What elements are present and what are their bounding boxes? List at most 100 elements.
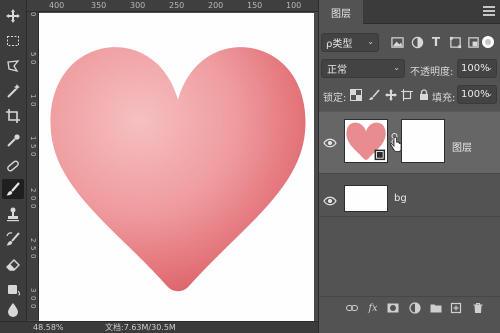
fill-value: 100% — [461, 89, 490, 100]
photoshop-window: 400 350 300 250 200 150 100 0 5 0 1 0 1 … — [0, 0, 500, 333]
ruler-tick-label: 2 — [29, 188, 37, 193]
blend-mode-label: 正常 — [327, 65, 347, 76]
filter-toggle[interactable] — [482, 36, 494, 48]
marquee-tool[interactable] — [2, 31, 24, 51]
ruler-tick-label: 0 — [29, 254, 37, 259]
layer-name[interactable]: bg — [394, 193, 407, 204]
lock-all-icon[interactable] — [417, 88, 430, 101]
layers-panel-actions: fx — [319, 296, 500, 318]
paint-bucket-tool[interactable] — [2, 279, 24, 299]
filter-kind-label: ρ类型 — [326, 39, 353, 50]
new-layer-icon[interactable] — [449, 301, 463, 315]
filter-kind-select[interactable]: ρ类型 ⌄ — [321, 33, 379, 52]
bandage-icon — [7, 160, 19, 172]
heart-shape — [50, 47, 306, 292]
panel-menu-icon[interactable] — [483, 6, 495, 16]
chevron-down-icon: ⌄ — [486, 89, 493, 98]
ruler-tick-label: 5 — [29, 52, 37, 57]
chevron-down-icon: ⌄ — [486, 63, 493, 72]
panel-tab-bar: 图层 — [319, 0, 500, 24]
link-layers-icon[interactable] — [345, 301, 359, 315]
opacity-field[interactable]: 100% ⌄ — [457, 59, 497, 78]
ruler-tick-label: 0 — [29, 196, 37, 201]
opacity-label: 不透明度: — [410, 67, 454, 78]
eyedropper-tool[interactable] — [2, 131, 24, 151]
tab-layers-label: 图层 — [331, 8, 351, 20]
layer-row-selected[interactable]: 图层 — [319, 111, 500, 174]
ruler-tick-label: 400 — [49, 1, 65, 10]
new-group-icon[interactable] — [429, 301, 443, 315]
chevron-down-icon: ⌄ — [393, 63, 400, 72]
crop-icon — [6, 109, 20, 123]
ruler-tick-label: 1 — [29, 136, 37, 141]
move-tool[interactable] — [2, 6, 24, 26]
history-brush-icon — [6, 232, 20, 246]
ruler-tick-label: 5 — [29, 246, 37, 251]
lock-transparent-pixels-icon[interactable] — [349, 88, 362, 101]
layer-row[interactable]: bg — [319, 181, 500, 217]
vertical-ruler[interactable]: 0 5 0 1 0 1 5 0 2 0 0 2 5 0 3 0 0 — [27, 12, 39, 320]
stamp-icon — [7, 207, 19, 222]
lock-position-icon[interactable] — [384, 88, 397, 101]
lasso-tool[interactable] — [2, 56, 24, 76]
ruler-tick-label: 0 — [29, 60, 37, 65]
magic-wand-tool[interactable] — [2, 81, 24, 101]
blend-mode-select[interactable]: 正常 ⌄ — [321, 59, 405, 78]
ruler-tick-label: 250 — [169, 1, 185, 10]
brush-tool[interactable] — [2, 179, 24, 199]
lasso-icon — [7, 60, 20, 73]
smart-object-filter-icon[interactable] — [466, 35, 480, 49]
zoom-level[interactable]: 48.58% — [33, 322, 64, 333]
adjustment-layer-icon[interactable] — [408, 301, 422, 315]
add-mask-icon[interactable] — [386, 301, 400, 315]
horizontal-ruler[interactable]: 400 350 300 250 200 150 100 — [27, 0, 318, 12]
healing-brush-tool[interactable] — [2, 156, 24, 176]
clone-stamp-tool[interactable] — [2, 204, 24, 224]
eraser-tool[interactable] — [2, 254, 24, 274]
bucket-icon — [8, 285, 21, 296]
document-size-info[interactable]: 文档:7.63M/30.5M — [105, 322, 176, 333]
layer-thumbnail — [344, 119, 388, 163]
ruler-tick-label: 2 — [29, 238, 37, 243]
fill-field[interactable]: 100% ⌄ — [457, 85, 497, 104]
tools-panel — [0, 0, 27, 333]
ruler-tick-label: 0 — [29, 296, 37, 301]
image-canvas[interactable] — [39, 13, 314, 321]
ruler-tick-label: 1 — [29, 94, 37, 99]
brush-icon — [6, 182, 20, 196]
layers-list: 图层 bg — [319, 109, 500, 301]
ruler-tick-label: 0 — [29, 152, 37, 157]
ruler-tick-label: 0 — [29, 304, 37, 309]
ruler-tick-label: 5 — [29, 144, 37, 149]
drop-icon — [8, 303, 18, 317]
ruler-tick-label: 0 — [29, 204, 37, 209]
fx-icon[interactable]: fx — [366, 301, 380, 315]
blur-tool[interactable] — [2, 300, 24, 320]
crop-tool[interactable] — [2, 106, 24, 126]
ruler-tick-label: 0 — [29, 102, 37, 107]
layer-thumbnail — [344, 185, 388, 212]
ruler-tick-label: 0 — [29, 12, 37, 17]
ruler-tick-label: 200 — [208, 1, 224, 10]
ruler-tick-label: 300 — [130, 1, 146, 10]
lock-image-pixels-icon[interactable] — [367, 88, 380, 101]
layer-mask-thumbnail[interactable] — [401, 119, 445, 163]
history-brush-tool[interactable] — [2, 229, 24, 249]
lock-row: 锁定: 填充: 100% ⌄ — [319, 84, 500, 106]
heart-thumbnail-icon — [346, 122, 386, 161]
visibility-eye-icon[interactable] — [323, 136, 337, 150]
lock-artboard-icon[interactable] — [400, 88, 413, 101]
tab-layers[interactable]: 图层 — [319, 0, 363, 24]
delete-layer-icon[interactable] — [471, 301, 485, 315]
fill-label: 填充: — [432, 93, 456, 104]
eraser-icon — [6, 259, 20, 271]
visibility-eye-icon[interactable] — [323, 194, 337, 208]
ruler-tick-label: 350 — [91, 1, 107, 10]
layer-name[interactable]: 图层 — [452, 139, 472, 154]
image-filter-icon[interactable] — [390, 35, 404, 49]
type-filter-icon[interactable]: T — [429, 35, 443, 49]
adjustment-filter-icon[interactable] — [410, 35, 424, 49]
lock-label: 锁定: — [323, 93, 347, 104]
document-window: 400 350 300 250 200 150 100 0 5 0 1 0 1 … — [27, 0, 318, 333]
shape-filter-icon[interactable] — [448, 35, 462, 49]
